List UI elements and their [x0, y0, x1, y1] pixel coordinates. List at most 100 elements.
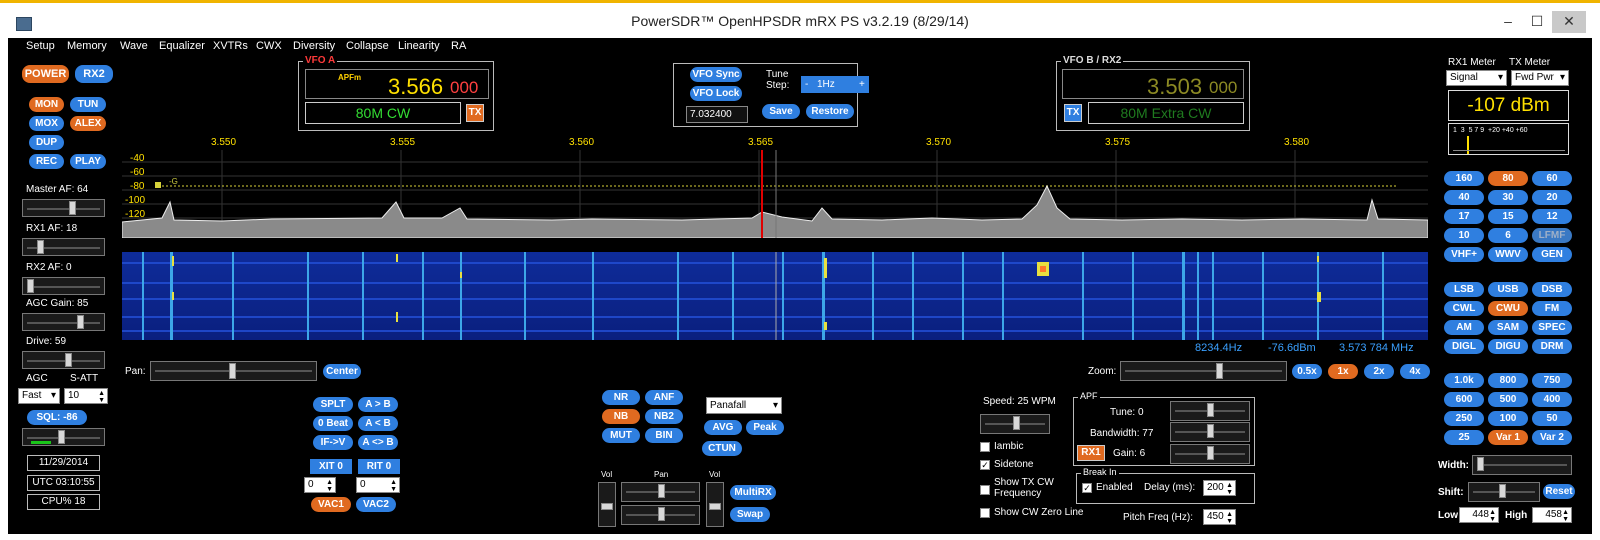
high-stepper[interactable]: 458 ▲ ▼ [1532, 507, 1572, 523]
mode-drm-button[interactable]: DRM [1532, 339, 1572, 354]
rx2-af-slider[interactable] [22, 277, 105, 295]
band-6-button[interactable]: 6 [1488, 228, 1528, 243]
band-40-button[interactable]: 40 [1444, 190, 1484, 205]
tune-step-minus[interactable]: - [805, 76, 808, 93]
mode-am-button[interactable]: AM [1444, 320, 1484, 335]
mode-dsb-button[interactable]: DSB [1532, 282, 1572, 297]
band-12-button[interactable]: 12 [1532, 209, 1572, 224]
nb2-button[interactable]: NB2 [645, 409, 683, 424]
menu-linearity[interactable]: Linearity [398, 40, 440, 52]
mode-fm-button[interactable]: FM [1532, 301, 1572, 316]
vac1-button[interactable]: VAC1 [311, 497, 351, 512]
zero-beat-button[interactable]: 0 Beat [313, 416, 353, 431]
center-button[interactable]: Center [323, 364, 361, 379]
a-swap-b-button[interactable]: A <> B [358, 435, 398, 450]
zoom-0-5x-button[interactable]: 0.5x [1292, 364, 1322, 379]
apf-tune-slider[interactable] [1170, 401, 1250, 421]
display-mode-select[interactable]: Panafall ▾ [706, 397, 782, 414]
vfo-a-tx-button[interactable]: TX [466, 104, 484, 122]
filter-var2-button[interactable]: Var 2 [1532, 430, 1572, 445]
xit-stepper[interactable]: 0 ▲ ▼ [304, 477, 336, 493]
play-button[interactable]: PLAY [70, 154, 106, 169]
filter-25-button[interactable]: 25 [1444, 430, 1484, 445]
power-button[interactable]: POWER [22, 65, 69, 83]
if-to-v-button[interactable]: IF->V [313, 435, 353, 450]
drive-slider[interactable] [22, 351, 105, 369]
break-in-delay-stepper[interactable]: 200 ▲ ▼ [1203, 480, 1236, 496]
filter-1k-button[interactable]: 1.0k [1444, 373, 1484, 388]
filter-800-button[interactable]: 800 [1488, 373, 1528, 388]
pan-mix-slider-1[interactable] [621, 482, 700, 502]
pitch-freq-stepper[interactable]: 450 ▲ ▼ [1203, 509, 1236, 525]
menu-collapse[interactable]: Collapse [346, 40, 389, 52]
a-to-b-button[interactable]: A > B [358, 397, 398, 412]
band-20-button[interactable]: 20 [1532, 190, 1572, 205]
rec-button[interactable]: REC [29, 154, 64, 169]
menu-diversity[interactable]: Diversity [293, 40, 335, 52]
band-wwv-button[interactable]: WWV [1488, 247, 1528, 262]
mode-cwl-button[interactable]: CWL [1444, 301, 1484, 316]
filter-750-button[interactable]: 750 [1532, 373, 1572, 388]
filter-600-button[interactable]: 600 [1444, 392, 1484, 407]
mode-cwu-button[interactable]: CWU [1488, 301, 1528, 316]
anf-button[interactable]: ANF [645, 390, 683, 405]
tx-meter-select[interactable]: Fwd Pwr ▾ [1511, 70, 1569, 86]
peak-button[interactable]: Peak [746, 420, 784, 435]
minimize-button[interactable]: – [1493, 11, 1523, 33]
shift-reset-button[interactable]: Reset [1543, 484, 1575, 499]
band-30-button[interactable]: 30 [1488, 190, 1528, 205]
mode-sam-button[interactable]: SAM [1488, 320, 1528, 335]
satt-stepper[interactable]: 10 ▲ ▼ [64, 388, 108, 404]
apf-rx1-button[interactable]: RX1 [1077, 445, 1105, 461]
rit-stepper[interactable]: 0 ▲ ▼ [356, 477, 400, 493]
bin-button[interactable]: BIN [645, 428, 683, 443]
shift-slider[interactable] [1468, 482, 1540, 502]
tune-step-plus[interactable]: + [859, 76, 865, 93]
maximize-button[interactable]: ☐ [1522, 11, 1552, 33]
avg-button[interactable]: AVG [704, 420, 742, 435]
mode-spec-button[interactable]: SPEC [1532, 320, 1572, 335]
mon-button[interactable]: MON [29, 97, 64, 112]
restore-button[interactable]: Restore [806, 104, 854, 119]
band-17-button[interactable]: 17 [1444, 209, 1484, 224]
low-stepper[interactable]: 448 ▲ ▼ [1459, 507, 1499, 523]
zoom-1x-button[interactable]: 1x [1328, 364, 1358, 379]
show-tx-cw-checkbox[interactable] [980, 485, 990, 495]
multirx-button[interactable]: MultiRX [730, 485, 776, 500]
master-af-slider[interactable] [22, 199, 105, 217]
sidetone-checkbox[interactable]: ✓ [980, 460, 990, 470]
mode-digl-button[interactable]: DIGL [1444, 339, 1484, 354]
menu-equalizer[interactable]: Equalizer [159, 40, 205, 52]
mut-button[interactable]: MUT [602, 428, 640, 443]
freq-entry-field[interactable]: 7.032400 [686, 106, 748, 123]
ctun-button[interactable]: CTUN [702, 441, 742, 456]
filter-250-button[interactable]: 250 [1444, 411, 1484, 426]
rx1-af-slider[interactable] [22, 238, 105, 256]
split-button[interactable]: SPLT [313, 397, 353, 412]
menu-setup[interactable]: Setup [26, 40, 55, 52]
band-vhf-button[interactable]: VHF+ [1444, 247, 1484, 262]
vfo-b-tx-button[interactable]: TX [1064, 104, 1082, 122]
vfo-sync-button[interactable]: VFO Sync [690, 67, 742, 82]
iambic-checkbox[interactable] [980, 442, 990, 452]
band-60-button[interactable]: 60 [1532, 171, 1572, 186]
vac2-button[interactable]: VAC2 [356, 497, 396, 512]
tun-button[interactable]: TUN [70, 97, 106, 112]
filter-500-button[interactable]: 500 [1488, 392, 1528, 407]
width-slider[interactable] [1472, 455, 1572, 475]
zoom-slider[interactable] [1120, 361, 1287, 381]
mox-button[interactable]: MOX [29, 116, 64, 131]
pan-mix-slider-2[interactable] [621, 505, 700, 525]
agc-gain-slider[interactable] [22, 313, 105, 331]
mode-usb-button[interactable]: USB [1488, 282, 1528, 297]
menu-ra[interactable]: RA [451, 40, 466, 52]
filter-400-button[interactable]: 400 [1532, 392, 1572, 407]
nb-button[interactable]: NB [602, 409, 640, 424]
band-gen-button[interactable]: GEN [1532, 247, 1572, 262]
vfo-a-freq-box[interactable]: APFm 3.566 000 [305, 69, 489, 99]
apf-bandwidth-slider[interactable] [1170, 422, 1250, 442]
tune-step-control[interactable]: - 1Hz + [801, 76, 869, 93]
band-lfmf-button[interactable]: LFMF [1532, 228, 1572, 243]
menu-memory[interactable]: Memory [67, 40, 107, 52]
swap-button[interactable]: Swap [730, 507, 770, 522]
